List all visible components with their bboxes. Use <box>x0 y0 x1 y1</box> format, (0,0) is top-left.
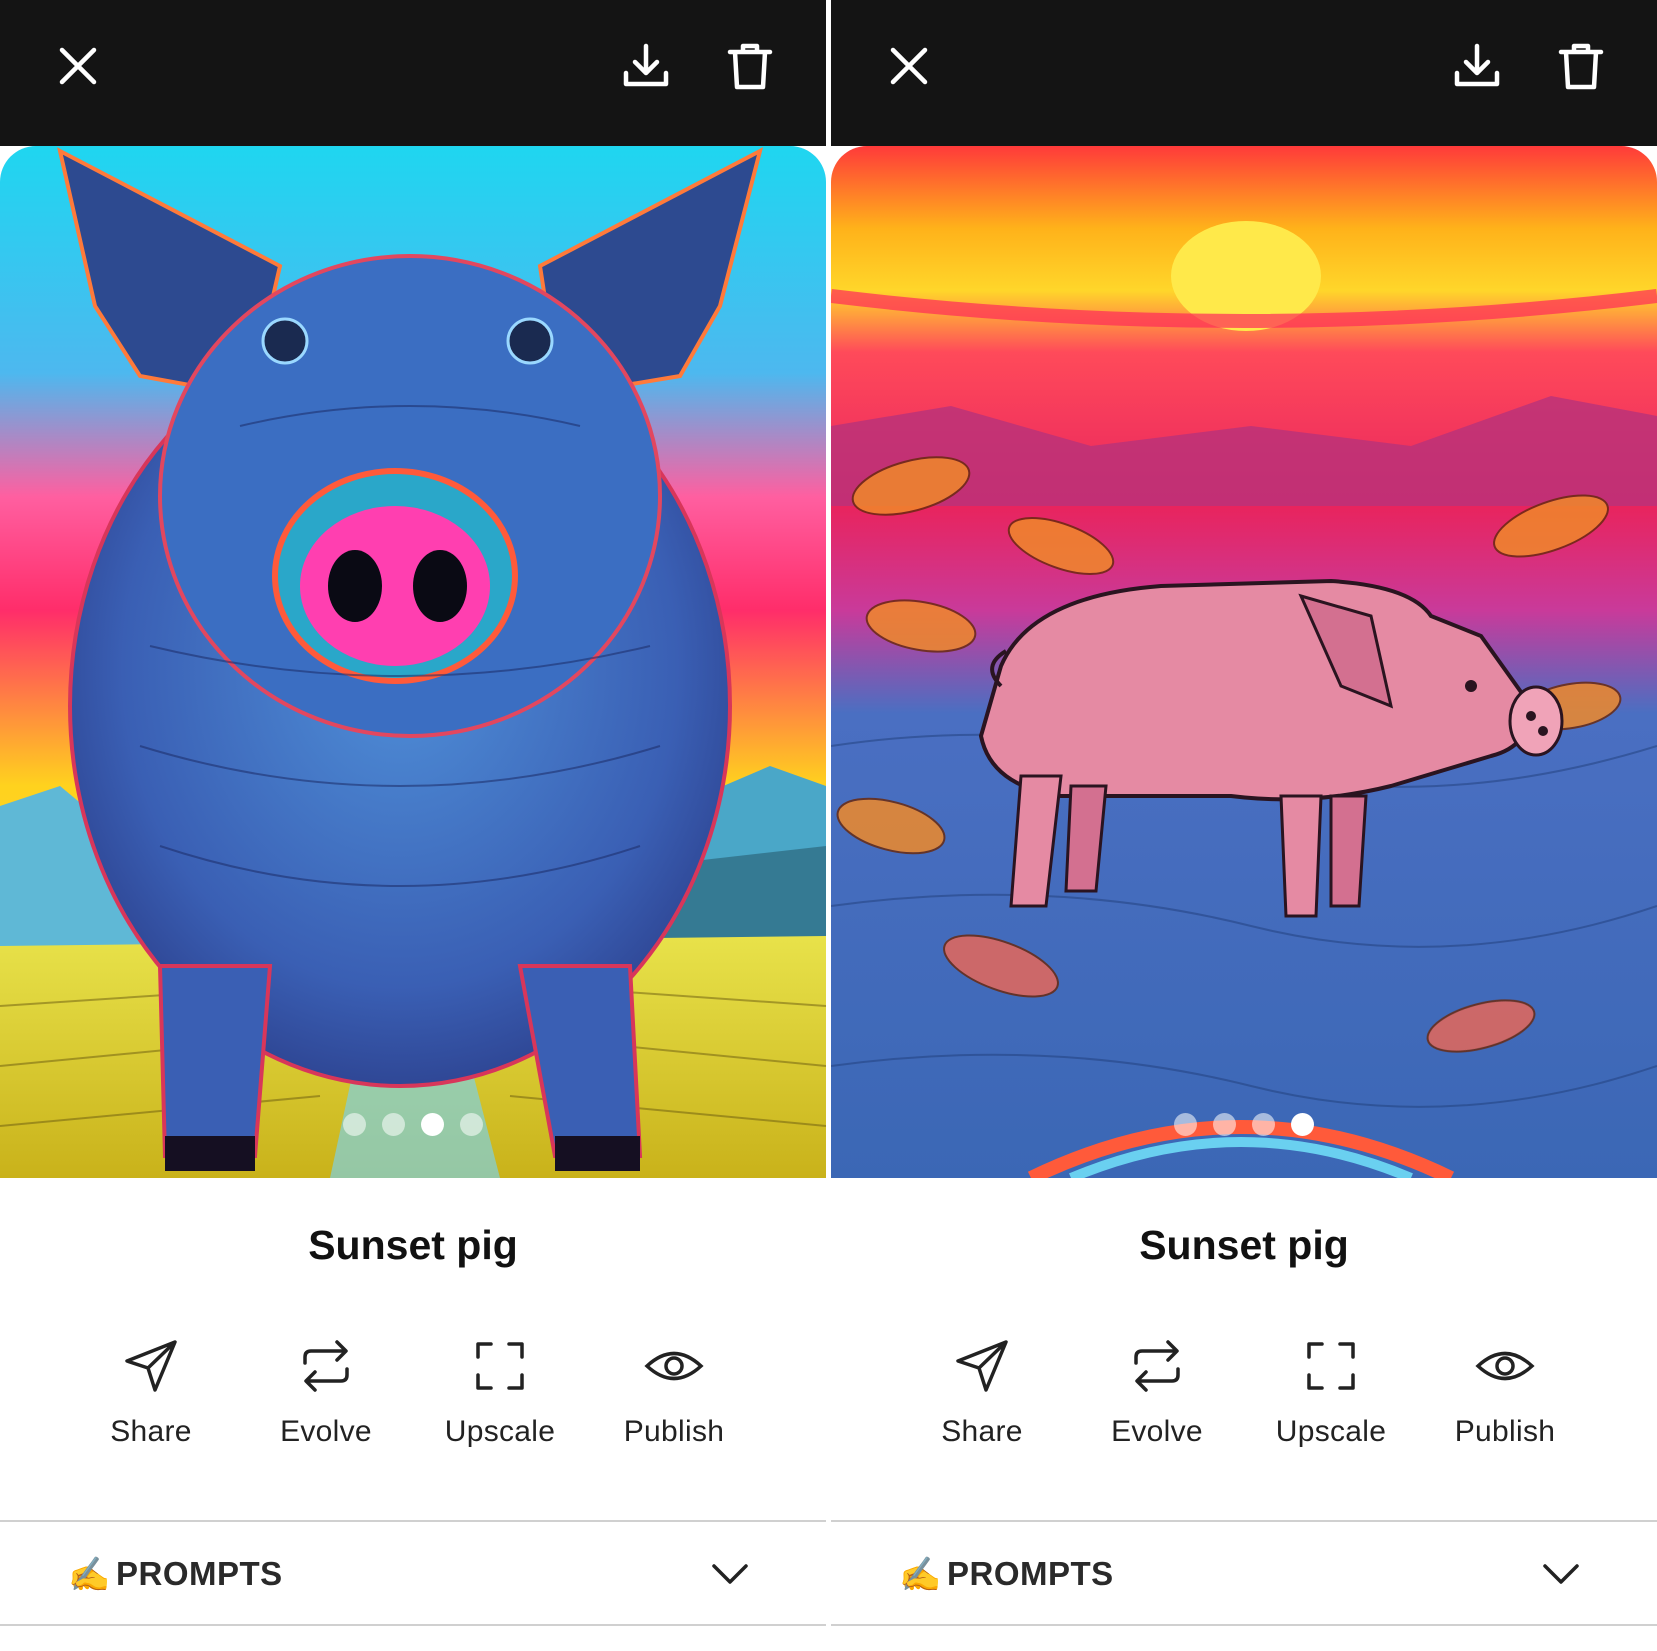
upscale-label: Upscale <box>444 1415 556 1448</box>
trash-icon <box>1558 43 1604 90</box>
close-button[interactable] <box>46 34 110 98</box>
action-row: Share Evolve Upscale Publish <box>831 1335 1657 1455</box>
carousel-dot[interactable] <box>460 1113 483 1136</box>
prompts-accordion[interactable]: ✍️ PROMPTS <box>831 1520 1657 1626</box>
chevron-down-icon[interactable] <box>708 1552 752 1596</box>
prompts-accordion[interactable]: ✍️ PROMPTS <box>0 1520 826 1626</box>
viewer-panel-right: Sunset pig Share Evolve Upscale Publish … <box>831 0 1657 1651</box>
delete-button[interactable] <box>1549 34 1613 98</box>
carousel-dot[interactable] <box>1252 1113 1275 1136</box>
top-bar <box>831 0 1657 146</box>
carousel-dot[interactable] <box>1174 1113 1197 1136</box>
top-bar <box>0 0 826 146</box>
writing-hand-icon: ✍️ <box>68 1556 111 1594</box>
upscale-label: Upscale <box>1275 1415 1387 1448</box>
viewer-panel-left: Sunset pig Share Evolve Upscale Publish … <box>0 0 826 1651</box>
publish-button[interactable]: Publish <box>594 1335 754 1449</box>
evolve-button[interactable]: Evolve <box>1077 1335 1237 1449</box>
carousel-dot[interactable] <box>1213 1113 1236 1136</box>
evolve-label: Evolve <box>1111 1415 1203 1448</box>
carousel-dot-active[interactable] <box>421 1113 444 1136</box>
image-title: Sunset pig <box>1139 1222 1349 1268</box>
carousel-dot[interactable] <box>382 1113 405 1136</box>
repeat-icon <box>1134 1340 1180 1392</box>
generated-image[interactable] <box>831 146 1657 1178</box>
prompts-label: PROMPTS <box>947 1555 1114 1592</box>
prompts-label: PROMPTS <box>116 1555 283 1592</box>
repeat-icon <box>303 1340 349 1392</box>
delete-button[interactable] <box>718 34 782 98</box>
expand-icon <box>1307 1342 1355 1390</box>
writing-hand-icon: ✍️ <box>899 1556 942 1594</box>
share-label: Share <box>110 1415 192 1448</box>
eye-icon <box>644 1351 704 1381</box>
share-button[interactable]: Share <box>902 1335 1062 1449</box>
publish-label: Publish <box>623 1415 725 1448</box>
carousel-indicator[interactable] <box>0 1113 826 1139</box>
close-button[interactable] <box>877 34 941 98</box>
close-icon <box>59 47 97 85</box>
blue-pig-artwork <box>0 146 826 1178</box>
generated-image[interactable] <box>0 146 826 1178</box>
download-button[interactable] <box>1445 34 1509 98</box>
close-icon <box>890 47 928 85</box>
evolve-button[interactable]: Evolve <box>246 1335 406 1449</box>
publish-label: Publish <box>1454 1415 1556 1448</box>
carousel-dot[interactable] <box>343 1113 366 1136</box>
trash-icon <box>727 43 773 90</box>
download-icon <box>1454 43 1500 87</box>
publish-button[interactable]: Publish <box>1425 1335 1585 1449</box>
carousel-dot-active[interactable] <box>1291 1113 1314 1136</box>
image-title: Sunset pig <box>308 1222 518 1268</box>
share-button[interactable]: Share <box>71 1335 231 1449</box>
eye-icon <box>1475 1351 1535 1381</box>
share-label: Share <box>941 1415 1023 1448</box>
chevron-down-icon[interactable] <box>1539 1552 1583 1596</box>
evolve-label: Evolve <box>280 1415 372 1448</box>
send-icon <box>956 1340 1008 1392</box>
expand-icon <box>476 1342 524 1390</box>
send-icon <box>125 1340 177 1392</box>
carousel-indicator[interactable] <box>831 1113 1657 1139</box>
pink-pig-artwork <box>831 146 1657 1178</box>
download-icon <box>623 43 669 87</box>
upscale-button[interactable]: Upscale <box>420 1335 580 1449</box>
download-button[interactable] <box>614 34 678 98</box>
action-row: Share Evolve Upscale Publish <box>0 1335 826 1455</box>
upscale-button[interactable]: Upscale <box>1251 1335 1411 1449</box>
